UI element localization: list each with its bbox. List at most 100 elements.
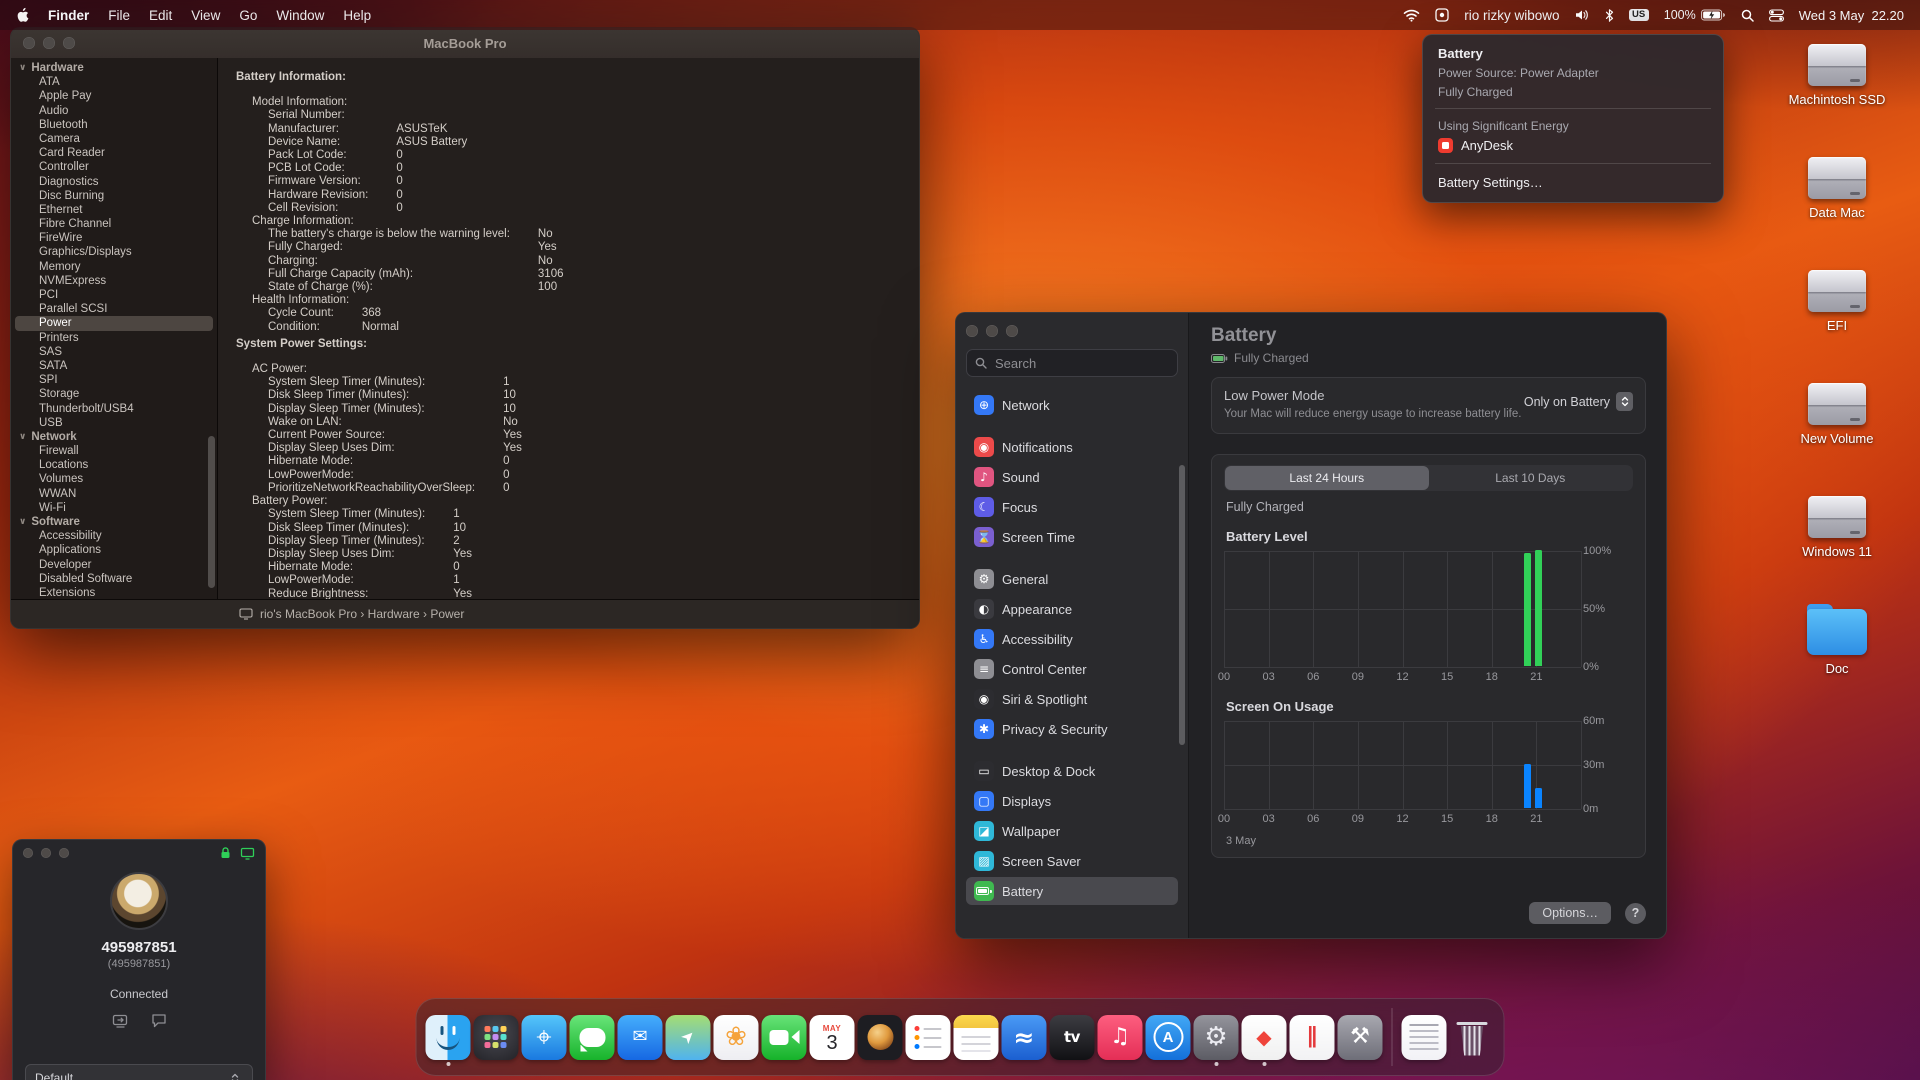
sysinfo-section-hardware[interactable]: ∨ Hardware <box>11 61 217 75</box>
dock-notes[interactable] <box>953 1014 999 1060</box>
tab-last-10-days[interactable]: Last 10 Days <box>1429 466 1633 490</box>
zoom-button[interactable] <box>1006 325 1018 337</box>
menu-item-anydesk[interactable]: AnyDesk <box>1423 135 1723 156</box>
desktop-icon-data-mac[interactable]: Data Mac <box>1808 157 1866 229</box>
zoom-button[interactable] <box>59 848 69 858</box>
sysinfo-item-controller[interactable]: Controller <box>15 160 213 174</box>
sysinfo-item-firewall[interactable]: Firewall <box>15 444 213 458</box>
dock-utility-app[interactable]: ⚒ <box>1337 1014 1383 1060</box>
sysinfo-item-ata[interactable]: ATA <box>15 75 213 89</box>
desktop-icon-efi[interactable]: EFI <box>1808 270 1866 342</box>
dock-safari[interactable]: ⌖ <box>521 1014 567 1060</box>
dock-photos[interactable]: ❀ <box>713 1014 759 1060</box>
sysinfo-section-software[interactable]: ∨ Software <box>11 515 217 529</box>
sysinfo-item-usb[interactable]: USB <box>15 416 213 430</box>
menu-help[interactable]: Help <box>343 8 371 23</box>
desktop-icon-windows-11[interactable]: Windows 11 <box>1802 496 1872 568</box>
chat-icon[interactable] <box>151 1013 167 1028</box>
control-center-icon[interactable] <box>1768 8 1784 22</box>
sysinfo-item-graphics-displays[interactable]: Graphics/Displays <box>15 245 213 259</box>
settings-item-accessibility[interactable]: ♿ Accessibility <box>966 625 1178 653</box>
desktop-icon-new-volume[interactable]: New Volume <box>1801 383 1873 455</box>
settings-item-general[interactable]: ⚙ General <box>966 565 1178 593</box>
sysinfo-item-parallel-scsi[interactable]: Parallel SCSI <box>15 302 213 316</box>
dock-mail[interactable]: ✉ <box>617 1014 663 1060</box>
volume-icon[interactable] <box>1575 9 1590 21</box>
minimize-button[interactable] <box>43 37 55 49</box>
settings-item-network[interactable]: ⊕ Network <box>966 391 1178 419</box>
menu-go[interactable]: Go <box>239 8 257 23</box>
dock-finder[interactable] <box>425 1014 471 1066</box>
dock-parallels[interactable]: ∥ <box>1289 1014 1335 1060</box>
tab-last-24-hours[interactable]: Last 24 Hours <box>1225 465 1429 490</box>
spotlight-icon[interactable] <box>1741 9 1754 22</box>
sysinfo-item-developer[interactable]: Developer <box>15 558 213 572</box>
sysinfo-item-wi-fi[interactable]: Wi-Fi <box>15 501 213 515</box>
sysinfo-item-wwan[interactable]: WWAN <box>15 487 213 501</box>
settings-item-screen-saver[interactable]: ▨ Screen Saver <box>966 847 1178 875</box>
dock-trash[interactable] <box>1450 1015 1495 1060</box>
settings-item-screen-time[interactable]: ⌛ Screen Time <box>966 523 1178 551</box>
settings-item-appearance[interactable]: ◐ Appearance <box>966 595 1178 623</box>
help-button[interactable]: ? <box>1625 902 1646 924</box>
sysinfo-item-ethernet[interactable]: Ethernet <box>15 203 213 217</box>
dock-messages[interactable] <box>569 1014 615 1060</box>
bluetooth-icon[interactable] <box>1605 8 1614 22</box>
settings-item-siri-spotlight[interactable]: ◉ Siri & Spotlight <box>966 685 1178 713</box>
minimize-button[interactable] <box>41 848 51 858</box>
dock-apple-tv[interactable]: tv <box>1049 1014 1095 1060</box>
zoom-button[interactable] <box>63 37 75 49</box>
dock-siri[interactable] <box>857 1014 903 1060</box>
sysinfo-item-memory[interactable]: Memory <box>15 260 213 274</box>
sysinfo-item-power[interactable]: Power <box>15 316 213 331</box>
sysinfo-item-diagnostics[interactable]: Diagnostics <box>15 175 213 189</box>
settings-item-displays[interactable]: ▢ Displays <box>966 787 1178 815</box>
dock-facetime[interactable] <box>761 1014 807 1060</box>
settings-item-sound[interactable]: ♪ Sound <box>966 463 1178 491</box>
dock-launchpad[interactable] <box>473 1014 519 1060</box>
low-power-mode-select[interactable]: Only on Battery <box>1524 392 1633 411</box>
menu-bar-clock[interactable]: Wed 3 May 22.20 <box>1799 8 1904 23</box>
window-titlebar[interactable]: MacBook Pro <box>11 28 919 58</box>
dock-calendar[interactable]: MAY 3 <box>809 1014 855 1060</box>
settings-item-wallpaper[interactable]: ◪ Wallpaper <box>966 817 1178 845</box>
battery-settings-item[interactable]: Battery Settings… <box>1423 171 1723 193</box>
sysinfo-item-applications[interactable]: Applications <box>15 543 213 557</box>
sysinfo-item-spi[interactable]: SPI <box>15 373 213 387</box>
settings-item-notifications[interactable]: ◉ Notifications <box>966 433 1178 461</box>
settings-item-control-center[interactable]: ≡ Control Center <box>966 655 1178 683</box>
sysinfo-item-disabled-software[interactable]: Disabled Software <box>15 572 213 586</box>
dock-music[interactable]: ♫ <box>1097 1014 1143 1060</box>
dock-voice-wave-app[interactable]: ≈ <box>1001 1014 1047 1060</box>
close-button[interactable] <box>23 37 35 49</box>
sysinfo-item-card-reader[interactable]: Card Reader <box>15 146 213 160</box>
sysinfo-item-sas[interactable]: SAS <box>15 345 213 359</box>
scrollbar-thumb[interactable] <box>1179 465 1185 745</box>
sysinfo-item-volumes[interactable]: Volumes <box>15 472 213 486</box>
menu-file[interactable]: File <box>108 8 130 23</box>
desktop-icon-doc[interactable]: Doc <box>1807 604 1867 681</box>
sysinfo-item-disc-burning[interactable]: Disc Burning <box>15 189 213 203</box>
dock-app-store[interactable]: A <box>1145 1014 1191 1060</box>
sysinfo-item-accessibility[interactable]: Accessibility <box>15 529 213 543</box>
dock-system-settings[interactable]: ⚙ <box>1193 1014 1239 1066</box>
settings-item-desktop-dock[interactable]: ▭ Desktop & Dock <box>966 757 1178 785</box>
sysinfo-item-sata[interactable]: SATA <box>15 359 213 373</box>
battery-status-item[interactable]: 100% <box>1664 8 1726 22</box>
sysinfo-item-pci[interactable]: PCI <box>15 288 213 302</box>
active-app-menu[interactable]: Finder <box>48 8 89 23</box>
wifi-icon[interactable] <box>1403 9 1420 22</box>
dock-textedit[interactable] <box>1401 1014 1447 1060</box>
apple-menu-icon[interactable] <box>16 7 29 23</box>
window-titlebar[interactable] <box>13 840 265 866</box>
profile-select[interactable]: Default <box>25 1064 253 1080</box>
sysinfo-item-extensions[interactable]: Extensions <box>15 586 213 599</box>
sysinfo-item-nvmexpress[interactable]: NVMExpress <box>15 274 213 288</box>
settings-item-focus[interactable]: ☾ Focus <box>966 493 1178 521</box>
sysinfo-item-camera[interactable]: Camera <box>15 132 213 146</box>
fast-user-switching-menu[interactable]: rio rizky wibowo <box>1464 8 1559 23</box>
sysinfo-section-network[interactable]: ∨ Network <box>11 430 217 444</box>
close-button[interactable] <box>966 325 978 337</box>
input-source-badge[interactable]: US <box>1628 8 1649 22</box>
search-input[interactable] <box>993 354 1169 372</box>
